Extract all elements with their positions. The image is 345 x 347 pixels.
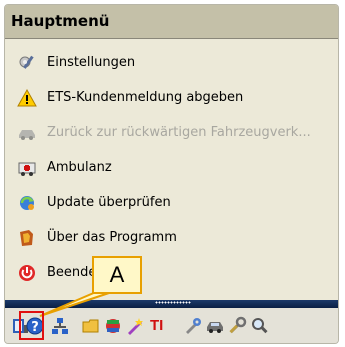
multimedia-icon[interactable] — [103, 316, 123, 336]
menu-item-label: Über das Programm — [47, 230, 177, 245]
menu-item-label: Zurück zur rückwärtigen Fahrzeugverk... — [47, 125, 311, 140]
settings-icon — [19, 55, 34, 69]
menu-item-einstellungen[interactable]: Einstellungen — [5, 45, 338, 80]
menu-item-label: Update überprüfen — [47, 195, 171, 210]
magnifier-icon[interactable] — [250, 316, 270, 336]
menu-item-label: ETS-Kundenmeldung abgeben — [47, 90, 244, 105]
grip-handle[interactable] — [155, 301, 191, 304]
menu-item-label: Ambulanz — [47, 160, 112, 175]
folder-icon[interactable] — [81, 316, 101, 336]
menu-item-ets-kundenmeldung[interactable]: ETS-Kundenmeldung abgeben — [5, 80, 338, 115]
network-icon[interactable] — [50, 316, 70, 336]
menu-item-update[interactable]: Update überprüfen — [5, 185, 338, 220]
help-icon-highlight — [19, 311, 44, 340]
ti-icon[interactable]: TI — [150, 316, 178, 336]
menu-item-zurueck[interactable]: Zurück zur rückwärtigen Fahrzeugverk... — [5, 115, 338, 150]
menu-item-beenden[interactable]: Beenden — [5, 255, 338, 290]
wand-icon[interactable] — [125, 316, 145, 336]
car-icon[interactable] — [205, 316, 225, 336]
callout-label-a: A — [92, 256, 142, 294]
warning-icon — [17, 88, 37, 106]
menu-item-ueber-programm[interactable]: Über das Programm — [5, 220, 338, 255]
main-menu-panel: Hauptmenü Einstellungen ETS-Kundenmeldun… — [4, 4, 339, 344]
toolbar: ? TI — [5, 308, 338, 343]
car-back-icon — [19, 129, 35, 140]
wrench-icon[interactable] — [227, 316, 247, 336]
update-icon — [20, 195, 34, 210]
tool-icon[interactable] — [183, 316, 203, 336]
menu-item-ambulanz[interactable]: Ambulanz — [5, 150, 338, 185]
menu-item-label: Einstellungen — [47, 55, 136, 70]
ambulance-icon — [18, 162, 36, 176]
info-icon — [20, 229, 33, 246]
menu-title: Hauptmenü — [5, 5, 338, 39]
power-icon — [19, 264, 35, 281]
menu-list: Einstellungen ETS-Kundenmeldung abgeben … — [5, 45, 338, 290]
